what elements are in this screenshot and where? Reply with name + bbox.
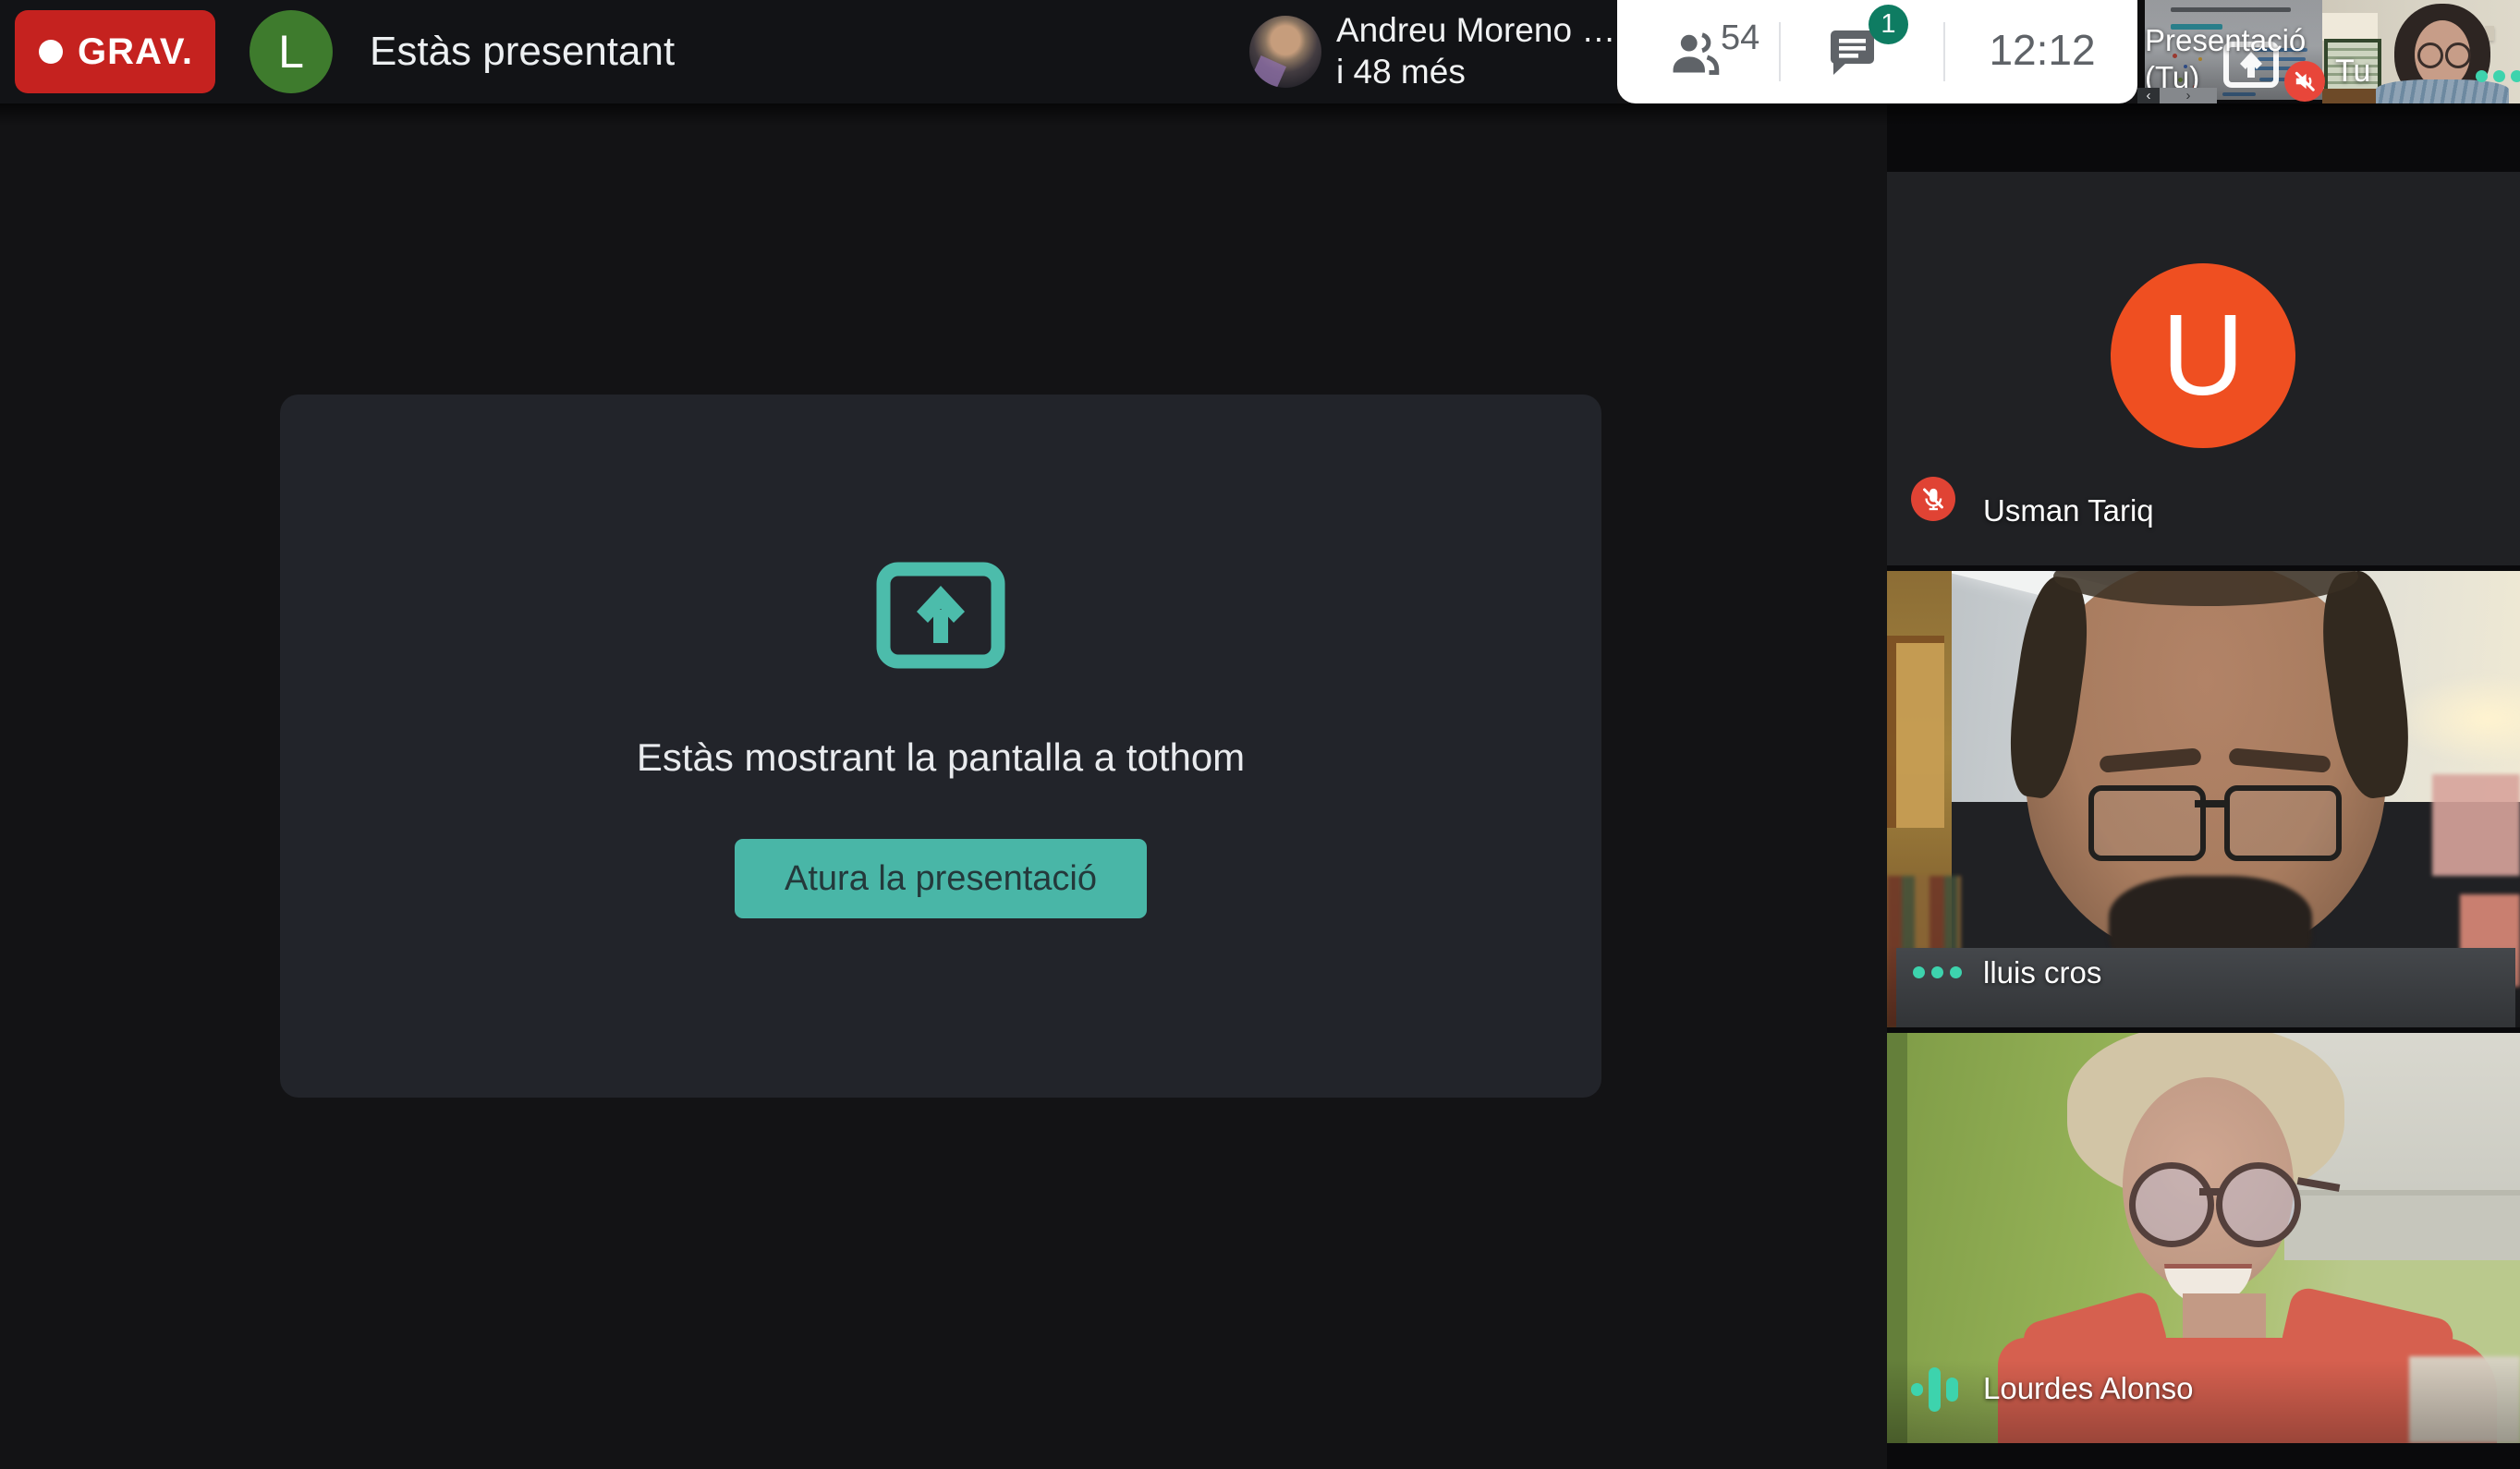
presenting-status-text: Estàs presentant [370,0,675,103]
meeting-controls-pill: 54 1 12:12 [1617,0,2137,103]
recording-badge: GRAV. [15,10,215,93]
video-scene-shape [1887,636,1944,828]
meeting-clock: 12:12 [1959,0,2125,100]
video-scene-shape [2322,89,2380,103]
participant-initial-avatar: U [2111,263,2295,448]
audio-level-icon [1911,1366,1958,1413]
presenting-status-card: Estàs mostrant la pantalla a tothom Atur… [280,395,1601,1098]
self-view-thumbnail[interactable]: Tu [2322,0,2520,103]
prev-chevron-icon[interactable]: ‹ [2137,88,2160,103]
video-scene-shape [2224,785,2342,861]
presenter-avatar: L [250,10,333,93]
participant-preview-name: Andreu Moreno … [1336,9,1615,51]
top-bar: GRAV. L Estàs presentant Andreu Moreno …… [0,0,1617,103]
participant-count: 54 [1721,18,1759,58]
presenting-message: Estàs mostrant la pantalla a tothom [280,730,1601,785]
chat-icon[interactable] [1828,28,1878,78]
participant-preview-avatar [1249,16,1321,88]
participant-tile-lluis[interactable]: lluis cros [1887,571,2520,1027]
mic-muted-badge [1911,477,1955,521]
avatar-portrait-detail [1251,55,1286,88]
next-chevron-icon[interactable]: › [2160,88,2217,103]
muted-speaker-icon [2293,69,2317,93]
top-bar-shadow [0,103,2520,126]
pill-divider [1779,22,1781,81]
video-scene-shape [2129,1162,2214,1247]
participant-tile-lourdes[interactable]: Lourdes Alonso [1887,1033,2520,1443]
video-scene-shape [2195,800,2224,807]
video-scene-shape [2216,1162,2301,1247]
chat-unread-badge: 1 [1869,5,1908,44]
video-scene-shape [2088,785,2206,861]
video-scene-shape [2199,1188,2220,1196]
audio-dots-icon [2476,70,2520,82]
video-scene-shape [2376,79,2509,103]
tile-vignette [1887,1360,2520,1443]
recording-label: GRAV. [78,31,193,73]
presentation-thumb-label: Presentació (Tu) [2145,22,2306,96]
presentation-thumb-title: Presentació [2145,22,2306,59]
recording-dot-icon [39,40,63,64]
present-screen-icon [876,562,1005,669]
participants-preview: Andreu Moreno … i 48 més [1336,9,1615,92]
stop-presentation-button[interactable]: Atura la presentació [735,839,1147,918]
speaking-dots-icon [1913,966,1962,978]
mic-off-icon [1919,485,1947,513]
participants-more-count: i 48 més [1336,51,1615,92]
participant-tile-usman[interactable]: U Usman Tariq [1887,172,2520,565]
video-scene-shape [2284,1196,2520,1260]
video-scene-shape [2417,42,2443,68]
video-scene-shape [2432,774,2520,876]
participant-name: lluis cros [1983,955,2101,990]
pill-divider [1943,22,1945,81]
video-scene-shape [2322,13,2378,41]
people-icon[interactable] [1669,30,1723,76]
video-scene-shape [2445,42,2471,68]
tile-vignette [1887,944,2520,1027]
self-view-label: Tu [2335,54,2370,90]
participant-name: Usman Tariq [1983,493,2154,528]
muted-speaker-badge [2284,61,2325,102]
participant-name: Lourdes Alonso [1983,1371,2194,1406]
